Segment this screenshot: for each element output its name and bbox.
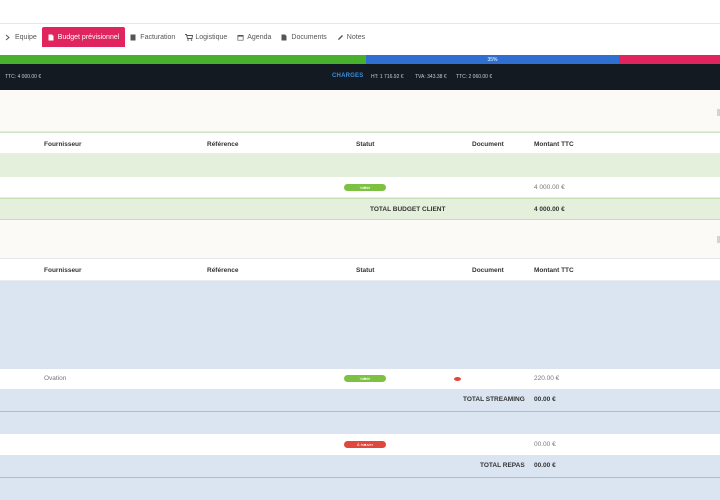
- pencil-icon: [337, 34, 344, 41]
- charges-ht: HT: 1 716.92 €: [371, 74, 404, 80]
- document-icon: [48, 34, 55, 41]
- client-group-row: [0, 154, 720, 177]
- cart-icon: [185, 33, 194, 41]
- budget-progress-bar: 35%: [0, 55, 720, 64]
- col-montant: Montant TTC: [534, 267, 574, 274]
- table-row[interactable]: À trouver ▾ 00.00 €: [0, 434, 720, 455]
- tab-label: Notes: [346, 33, 366, 41]
- col-document: Document: [472, 141, 504, 148]
- document-icon: [281, 34, 288, 41]
- summary-bar: TTC: 4 000.00 € CHARGES HT: 1 716.92 € T…: [0, 64, 720, 90]
- table-row[interactable]: Validé ▾ 4 000.00 €: [0, 177, 720, 198]
- progress-percent: 35%: [487, 56, 498, 63]
- total-value: 00.00 €: [534, 462, 556, 469]
- row-amount: 220.00 €: [534, 375, 560, 382]
- tab-facturation[interactable]: Facturation: [125, 27, 180, 47]
- col-document: Document: [472, 267, 504, 274]
- total-value: 00.00 €: [534, 396, 556, 403]
- next-group-row: [0, 478, 720, 500]
- calendar-icon: [237, 34, 244, 41]
- chevron-down-icon: ▾: [363, 185, 366, 190]
- chevron-down-icon: ▾: [363, 376, 366, 381]
- charges-tva: TVA: 343.38 €: [415, 74, 447, 80]
- charges-label: CHARGES: [332, 73, 364, 79]
- row-amount: 00.00 €: [534, 441, 556, 448]
- progress-segment-green: [0, 55, 366, 64]
- client-table-header: Fournisseur Référence Statut Document Mo…: [0, 132, 720, 154]
- total-label: TOTAL REPAS: [480, 462, 525, 469]
- repas-total-row: TOTAL REPAS 00.00 €: [0, 455, 720, 477]
- charges-section-header: [0, 220, 720, 259]
- total-label: TOTAL STREAMING: [463, 396, 525, 403]
- tab-equipe[interactable]: Equipe: [0, 27, 42, 47]
- tab-budget-previsionnel[interactable]: Budget prévisionnel: [41, 27, 126, 47]
- status-badge[interactable]: Validé ▾: [344, 184, 386, 191]
- tab-label: Facturation: [140, 33, 176, 41]
- tab-label: Documents: [291, 33, 327, 41]
- streaming-total-row: TOTAL STREAMING 00.00 €: [0, 389, 720, 411]
- charges-table-header: Fournisseur Référence Statut Document Mo…: [0, 259, 720, 281]
- col-fournisseur: Fournisseur: [44, 267, 82, 274]
- tab-label: Logistique: [195, 33, 228, 41]
- tab-notes[interactable]: Notes: [332, 27, 370, 47]
- col-reference: Référence: [207, 141, 239, 148]
- progress-segment-red: [619, 55, 720, 64]
- streaming-group-row: [0, 281, 720, 369]
- tab-logistique[interactable]: Logistique: [180, 27, 232, 47]
- client-section-header: [0, 90, 720, 132]
- col-montant: Montant TTC: [534, 141, 574, 148]
- client-total-row: TOTAL BUDGET CLIENT 4 000.00 €: [0, 198, 720, 220]
- repas-group-row: [0, 412, 720, 434]
- col-reference: Référence: [207, 267, 239, 274]
- row-amount: 4 000.00 €: [534, 184, 565, 191]
- col-statut: Statut: [356, 141, 375, 148]
- total-label: TOTAL BUDGET CLIENT: [370, 206, 446, 213]
- tab-label: Agenda: [247, 33, 272, 41]
- eye-icon[interactable]: [454, 377, 461, 381]
- top-header-bar: [0, 0, 720, 24]
- tab-label: Budget prévisionnel: [57, 33, 120, 41]
- status-badge[interactable]: À trouver ▾: [344, 441, 386, 448]
- row-fournisseur: Ovation: [44, 375, 67, 382]
- status-badge[interactable]: Validé ▾: [344, 375, 386, 382]
- progress-segment-blue: 35%: [365, 55, 620, 64]
- col-statut: Statut: [356, 267, 375, 274]
- tab-documents[interactable]: Documents: [276, 27, 331, 47]
- tab-bar: Equipe Budget prévisionnel Facturation L…: [0, 27, 370, 47]
- invoice-icon: [130, 34, 137, 41]
- chevron-right-icon: [5, 34, 12, 41]
- charges-ttc: TTC: 2 060.00 €: [456, 74, 493, 80]
- tab-agenda[interactable]: Agenda: [232, 27, 276, 47]
- chevron-down-icon: ▾: [363, 442, 366, 447]
- client-total-ttc: TTC: 4 000.00 €: [5, 74, 42, 80]
- tab-label: Equipe: [15, 33, 37, 41]
- total-value: 4 000.00 €: [534, 206, 565, 213]
- col-fournisseur: Fournisseur: [44, 141, 82, 148]
- table-row[interactable]: Ovation Validé ▾ 220.00 €: [0, 369, 720, 389]
